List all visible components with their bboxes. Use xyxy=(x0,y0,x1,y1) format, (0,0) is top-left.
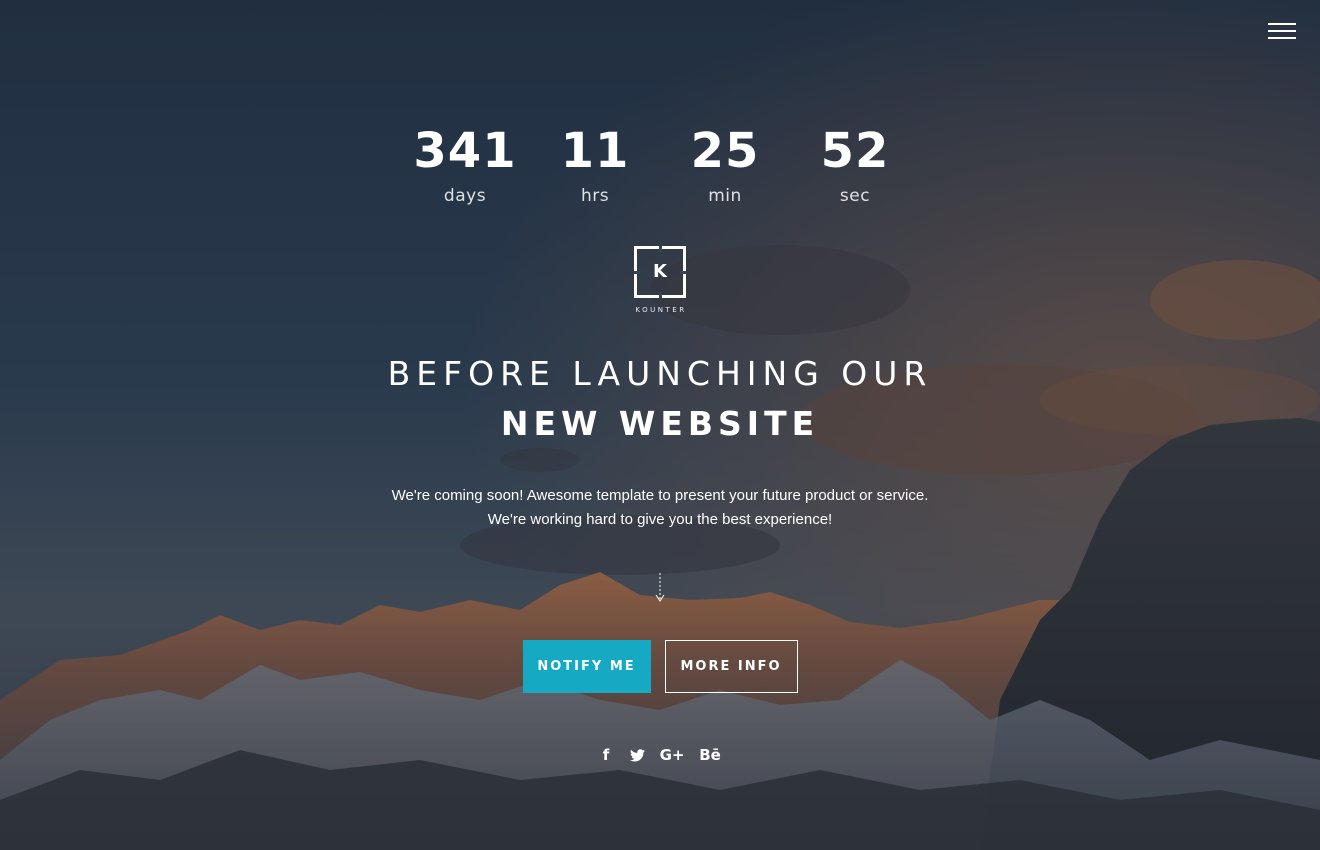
arrow-down-icon[interactable] xyxy=(654,573,666,603)
countdown-minutes: 25 min xyxy=(660,120,790,206)
headline-line-1: BEFORE LAUNCHING OUR xyxy=(387,354,933,393)
description-line-2: We're working hard to give you the best … xyxy=(487,511,833,528)
countdown-seconds-label: sec xyxy=(839,186,871,206)
headline: BEFORE LAUNCHING OUR NEW WEBSITE xyxy=(0,352,1320,446)
cta-buttons: NOTIFY ME MORE INFO xyxy=(0,640,1320,693)
description: We're coming soon! Awesome template to p… xyxy=(0,484,1320,532)
google-plus-icon[interactable]: G+ xyxy=(660,744,685,766)
countdown-timer: 341 days 11 hrs 25 min 52 sec xyxy=(0,120,1320,206)
description-line-1: We're coming soon! Awesome template to p… xyxy=(391,487,929,504)
countdown-minutes-label: min xyxy=(708,186,742,206)
headline-line-2: NEW WEBSITE xyxy=(500,404,820,443)
countdown-hours-label: hrs xyxy=(580,186,610,206)
behance-icon[interactable]: Bē xyxy=(699,744,721,766)
countdown-seconds: 52 sec xyxy=(790,120,920,206)
more-info-button[interactable]: MORE INFO xyxy=(664,640,798,693)
countdown-hours: 11 hrs xyxy=(530,120,660,206)
hamburger-menu-icon[interactable] xyxy=(1268,20,1298,42)
twitter-icon[interactable] xyxy=(629,744,645,766)
countdown-seconds-value: 52 xyxy=(820,123,890,179)
social-links: f G+ Bē xyxy=(0,744,1320,766)
facebook-icon[interactable]: f xyxy=(599,744,613,766)
countdown-days-label: days xyxy=(443,186,487,206)
logo: K KOUNTER xyxy=(631,246,689,314)
logo-wordmark: KOUNTER xyxy=(635,306,687,314)
countdown-hours-value: 11 xyxy=(560,123,630,179)
logo-frame: K xyxy=(634,246,686,298)
countdown-days: 341 days xyxy=(400,120,530,206)
countdown-days-value: 341 xyxy=(413,123,517,179)
logo-letter: K xyxy=(653,261,667,282)
notify-me-button[interactable]: NOTIFY ME xyxy=(522,640,651,693)
countdown-minutes-value: 25 xyxy=(690,123,760,179)
